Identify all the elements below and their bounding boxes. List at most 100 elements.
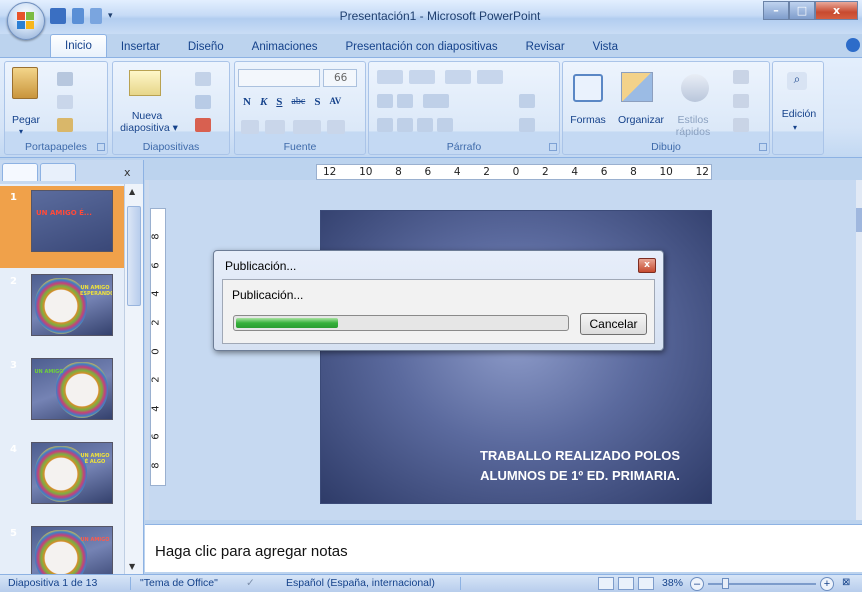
cancel-button[interactable]: Cancelar bbox=[580, 313, 647, 335]
quick-styles-icon[interactable] bbox=[681, 74, 709, 102]
zoom-in-icon[interactable]: + bbox=[820, 577, 834, 591]
text-direction-icon[interactable] bbox=[423, 94, 449, 108]
tab-revisar[interactable]: Revisar bbox=[512, 36, 579, 58]
bold-button[interactable]: N bbox=[243, 96, 251, 108]
slide-thumb-4[interactable]: 4 UN AMIGO É ALGO bbox=[0, 438, 124, 520]
smartart-icon[interactable] bbox=[519, 118, 535, 132]
paste-icon[interactable] bbox=[12, 67, 38, 99]
align-text-icon[interactable] bbox=[519, 94, 535, 108]
language-indicator[interactable]: Español (España, internacional) bbox=[286, 577, 435, 589]
slide-thumb-5[interactable]: 5 UN AMIGO bbox=[0, 522, 124, 574]
new-slide-label-2[interactable]: diapositiva ▾ bbox=[117, 122, 181, 134]
paste-button[interactable]: Pegar bbox=[7, 114, 45, 126]
redo-icon[interactable] bbox=[90, 8, 102, 24]
arrange-icon[interactable] bbox=[621, 72, 653, 102]
scroll-thumb[interactable] bbox=[127, 206, 141, 306]
scroll-down-icon[interactable]: ▼ bbox=[129, 562, 135, 571]
paragraph-launcher-icon[interactable] bbox=[549, 143, 557, 151]
shapes-button[interactable]: Formas bbox=[565, 114, 611, 126]
save-icon[interactable] bbox=[50, 8, 66, 24]
italic-button[interactable]: K bbox=[260, 96, 267, 108]
slideshow-view-icon[interactable] bbox=[638, 577, 654, 590]
format-painter-icon[interactable] bbox=[57, 118, 73, 132]
dialog-close-button[interactable]: x bbox=[638, 258, 656, 273]
align-right-icon[interactable] bbox=[417, 118, 433, 132]
binoculars-icon[interactable]: ⌕ bbox=[787, 72, 807, 90]
drawing-launcher-icon[interactable] bbox=[759, 143, 767, 151]
spelling-check-icon[interactable]: ✓ bbox=[246, 577, 255, 589]
tab-vista[interactable]: Vista bbox=[579, 36, 632, 58]
cut-icon[interactable] bbox=[57, 72, 73, 86]
new-slide-icon[interactable] bbox=[129, 70, 161, 96]
numbering-icon[interactable] bbox=[409, 70, 435, 84]
office-button[interactable] bbox=[7, 2, 45, 40]
arrange-button[interactable]: Organizar bbox=[613, 114, 669, 126]
shape-outline-icon[interactable] bbox=[733, 94, 749, 108]
zoom-out-icon[interactable]: – bbox=[690, 577, 704, 591]
shape-fill-icon[interactable] bbox=[733, 70, 749, 84]
tab-diseno[interactable]: Diseño bbox=[174, 36, 238, 58]
notes-placeholder[interactable]: Haga clic para agregar notas bbox=[155, 543, 348, 560]
reset-icon[interactable] bbox=[195, 95, 211, 109]
vertical-scroll-thumb[interactable] bbox=[856, 208, 862, 232]
fit-window-icon[interactable]: ⊠ bbox=[842, 577, 850, 588]
notes-pane[interactable]: Haga clic para agregar notas bbox=[145, 524, 862, 572]
delete-slide-icon[interactable] bbox=[195, 118, 211, 132]
line-spacing-icon[interactable] bbox=[445, 70, 471, 84]
close-button[interactable]: x bbox=[815, 1, 858, 20]
undo-icon[interactable] bbox=[72, 8, 84, 24]
font-size-field[interactable]: 66 bbox=[323, 69, 357, 87]
theme-name[interactable]: "Tema de Office" bbox=[140, 577, 218, 589]
align-center-icon[interactable] bbox=[397, 118, 413, 132]
minimize-button[interactable]: – bbox=[763, 1, 789, 20]
slide-thumb-3[interactable]: 3 UN AMIGO bbox=[0, 354, 124, 436]
tab-slides[interactable] bbox=[2, 163, 38, 181]
scroll-up-icon[interactable]: ▲ bbox=[129, 187, 135, 196]
increase-indent-icon[interactable] bbox=[397, 94, 413, 108]
slides-scrollbar[interactable]: ▲ ▼ bbox=[124, 184, 143, 574]
zoom-slider-knob[interactable] bbox=[722, 578, 729, 589]
underline-button[interactable]: S bbox=[276, 96, 282, 108]
tab-animaciones[interactable]: Animaciones bbox=[238, 36, 332, 58]
slide-counter: Diapositiva 1 de 13 bbox=[8, 577, 98, 589]
help-icon[interactable] bbox=[846, 38, 860, 52]
edit-dropdown-icon[interactable]: ▾ bbox=[793, 122, 797, 134]
slide-thumb-1[interactable]: 1 UN AMIGO É... bbox=[0, 186, 124, 268]
tab-presentacion[interactable]: Presentación con diapositivas bbox=[332, 36, 512, 58]
tab-outline[interactable] bbox=[40, 163, 76, 181]
dialog-launcher-icon[interactable] bbox=[97, 143, 105, 151]
tab-insertar[interactable]: Insertar bbox=[107, 36, 174, 58]
grow-font-icon[interactable] bbox=[293, 120, 321, 134]
shape-effects-icon[interactable] bbox=[733, 118, 749, 132]
normal-view-icon[interactable] bbox=[598, 577, 614, 590]
edit-button[interactable]: Edición bbox=[775, 108, 823, 120]
layout-icon[interactable] bbox=[195, 72, 211, 86]
align-left-icon[interactable] bbox=[377, 118, 393, 132]
maximize-button[interactable]: □ bbox=[789, 1, 815, 20]
strikethrough-button[interactable]: abc bbox=[291, 96, 305, 108]
change-case-icon[interactable] bbox=[265, 120, 285, 134]
font-color-icon[interactable] bbox=[241, 120, 259, 134]
slide-subtitle[interactable]: TRABALLO REALIZADO POLOS ALUMNOS DE 1º E… bbox=[460, 446, 700, 486]
decrease-indent-icon[interactable] bbox=[377, 94, 393, 108]
quick-styles-label-1[interactable]: Estilos bbox=[671, 114, 715, 126]
new-slide-label-1[interactable]: Nueva bbox=[117, 110, 177, 122]
panel-close-icon[interactable]: x bbox=[124, 166, 131, 179]
shapes-icon[interactable] bbox=[573, 74, 603, 102]
shadow-button[interactable]: S bbox=[314, 96, 320, 108]
vertical-scrollbar[interactable] bbox=[856, 180, 862, 520]
copy-icon[interactable] bbox=[57, 95, 73, 109]
tab-inicio[interactable]: Inicio bbox=[50, 34, 107, 58]
slide-sorter-icon[interactable] bbox=[618, 577, 634, 590]
clear-format-icon[interactable] bbox=[327, 120, 345, 134]
paste-dropdown-icon[interactable]: ▾ bbox=[19, 126, 23, 138]
bullets-icon[interactable] bbox=[377, 70, 403, 84]
customize-qat-icon[interactable]: ▾ bbox=[108, 11, 113, 21]
font-name-field[interactable] bbox=[238, 69, 320, 87]
slide-thumb-2[interactable]: 2 UN AMIGO ESPERANDO bbox=[0, 270, 124, 352]
char-spacing-button[interactable]: AV bbox=[329, 96, 341, 108]
quick-styles-label-2[interactable]: rápidos bbox=[671, 126, 715, 138]
columns-icon[interactable] bbox=[477, 70, 503, 84]
zoom-percentage[interactable]: 38% bbox=[662, 577, 683, 589]
justify-icon[interactable] bbox=[437, 118, 453, 132]
